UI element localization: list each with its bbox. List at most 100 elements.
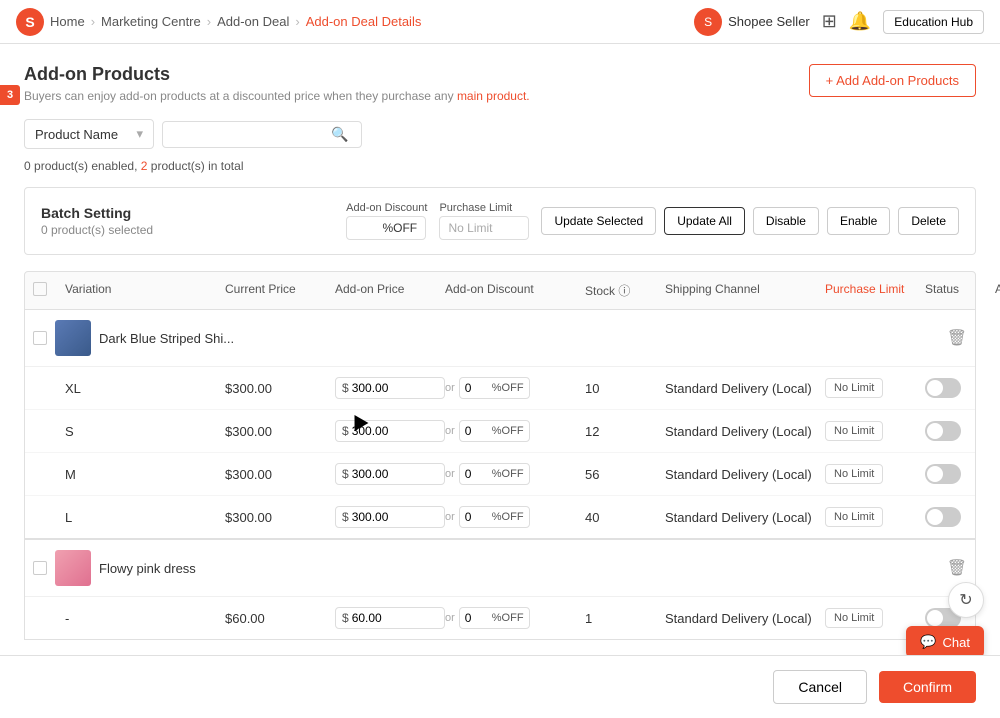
search-input[interactable]: [171, 127, 331, 142]
product-name-1: Dark Blue Striped Shi...: [99, 331, 939, 346]
product-name-2: Flowy pink dress: [99, 561, 939, 576]
product-header-pink: Flowy pink dress 🗑: [25, 540, 975, 597]
th-action: Action: [995, 282, 1000, 299]
batch-discount-group: Add-on Discount %OFF: [346, 202, 427, 240]
th-addon-price: Add-on Price: [335, 282, 445, 299]
currency-icon-pink: $: [342, 611, 349, 625]
product-checkbox-1[interactable]: [33, 331, 47, 345]
discount-input-pink[interactable]: [465, 611, 490, 625]
delete-product-2-icon[interactable]: 🗑: [947, 558, 967, 578]
price-input-wrap-l: $: [335, 506, 445, 528]
currency-icon-s: $: [342, 424, 349, 438]
price-input-s[interactable]: [352, 424, 407, 438]
toggle-m[interactable]: [925, 464, 961, 484]
table-row: M $300.00 $ or %OFF 56 Standard Delivery: [25, 453, 975, 496]
table-row: S $300.00 $ or %OFF 12 Standard Delivery: [25, 410, 975, 453]
discount-wrap-xl: or %OFF: [445, 377, 585, 399]
no-limit-btn-s[interactable]: No Limit: [825, 421, 883, 441]
discount-wrap-pink: or %OFF: [445, 607, 585, 629]
notification-bell-icon[interactable]: 🔔: [849, 11, 871, 32]
off-text-xl: %OFF: [492, 382, 524, 394]
batch-discount-input[interactable]: %OFF: [346, 216, 426, 240]
chat-button[interactable]: 💬 Chat: [906, 626, 984, 658]
current-price-xl: $300.00: [225, 381, 335, 396]
filter-label: Product Name: [35, 127, 118, 142]
toggle-s[interactable]: [925, 421, 961, 441]
table-row: XL $300.00 $ or %OFF 10 Standard Deliver: [25, 367, 975, 410]
toggle-l[interactable]: [925, 507, 961, 527]
price-input-pink[interactable]: [352, 611, 407, 625]
product-thumbnail-2: [55, 550, 91, 586]
discount-input-xl[interactable]: [465, 381, 490, 395]
update-selected-button[interactable]: Update Selected: [541, 207, 656, 235]
grid-icon[interactable]: ⊞: [822, 11, 837, 32]
status-m: [925, 464, 995, 484]
no-limit-btn-pink[interactable]: No Limit: [825, 608, 883, 628]
purchase-limit-m: No Limit: [825, 464, 925, 484]
nav-home[interactable]: Home: [50, 14, 85, 29]
product-group-1: Dark Blue Striped Shi... 🗑 XL $300.00 $ …: [24, 310, 976, 539]
stock-m: 56: [585, 467, 665, 482]
nav-addon-deal[interactable]: Add-on Deal: [217, 14, 289, 29]
no-limit-btn-l[interactable]: No Limit: [825, 507, 883, 527]
product-filter-select[interactable]: Product Name ▾: [24, 119, 154, 149]
footer: Cancel Confirm: [0, 655, 1000, 718]
shipping-l: Standard Delivery (Local): [665, 510, 825, 525]
price-input-xl[interactable]: [352, 381, 407, 395]
purchase-limit-xl: No Limit: [825, 378, 925, 398]
discount-wrap-m: or %OFF: [445, 463, 585, 485]
currency-icon-xl: $: [342, 381, 349, 395]
discount-input-m[interactable]: [465, 467, 490, 481]
discount-suffix: %OFF: [382, 221, 417, 235]
toggle-xl[interactable]: [925, 378, 961, 398]
or-text-pink: or: [445, 612, 455, 624]
no-limit-btn-xl[interactable]: No Limit: [825, 378, 883, 398]
shipping-pink: Standard Delivery (Local): [665, 611, 825, 626]
discount-input-l[interactable]: [465, 510, 490, 524]
disable-button[interactable]: Disable: [753, 207, 819, 235]
addon-discount-s: or %OFF: [445, 420, 585, 442]
current-price-pink: $60.00: [225, 611, 335, 626]
table-header: Variation Current Price Add-on Price Add…: [24, 271, 976, 310]
current-price-l: $300.00: [225, 510, 335, 525]
seller-icon: S: [694, 8, 722, 36]
batch-purchase-group: Purchase Limit No Limit: [439, 202, 529, 240]
th-purchase-limit[interactable]: Purchase Limit: [825, 282, 925, 299]
nav-marketing[interactable]: Marketing Centre: [101, 14, 201, 29]
addon-discount-xl: or %OFF: [445, 377, 585, 399]
table-row: L $300.00 $ or %OFF 40 Standard Delivery: [25, 496, 975, 538]
price-input-wrap-xl: $: [335, 377, 445, 399]
chevron-down-icon: ▾: [136, 126, 143, 142]
product-count: 0 product(s) enabled, 2 product(s) in to…: [24, 159, 976, 173]
confirm-button[interactable]: Confirm: [879, 671, 976, 703]
price-input-l[interactable]: [352, 510, 407, 524]
th-addon-discount: Add-on Discount: [445, 282, 585, 299]
cancel-button[interactable]: Cancel: [773, 670, 867, 704]
variation-size-pink: -: [65, 611, 225, 626]
purchase-label: Purchase Limit: [439, 202, 529, 214]
price-input-wrap-m: $: [335, 463, 445, 485]
enable-button[interactable]: Enable: [827, 207, 890, 235]
batch-purchase-input[interactable]: No Limit: [439, 216, 529, 240]
discount-wrap-s: or %OFF: [445, 420, 585, 442]
delete-product-1-icon[interactable]: 🗑: [947, 328, 967, 348]
refresh-icon[interactable]: ↻: [948, 582, 984, 618]
main-product-link[interactable]: main product.: [457, 89, 530, 103]
delete-button[interactable]: Delete: [898, 207, 959, 235]
search-row: Product Name ▾ 🔍: [24, 119, 976, 149]
update-all-button[interactable]: Update All: [664, 207, 745, 235]
discount-input-s[interactable]: [465, 424, 490, 438]
breadcrumb-sep-3: ›: [295, 14, 299, 29]
product-thumbnail-1: [55, 320, 91, 356]
addon-price-xl: $: [335, 377, 445, 399]
no-limit-btn-m[interactable]: No Limit: [825, 464, 883, 484]
nav-current-page: Add-on Deal Details: [306, 14, 422, 29]
variation-size-s: S: [65, 424, 225, 439]
price-input-m[interactable]: [352, 467, 407, 481]
education-hub-button[interactable]: Education Hub: [883, 10, 984, 34]
shipping-xl: Standard Delivery (Local): [665, 381, 825, 396]
add-addon-products-button[interactable]: + Add Add-on Products: [809, 64, 976, 97]
page-title: Add-on Products: [24, 64, 530, 85]
current-price-m: $300.00: [225, 467, 335, 482]
product-checkbox-2[interactable]: [33, 561, 47, 575]
